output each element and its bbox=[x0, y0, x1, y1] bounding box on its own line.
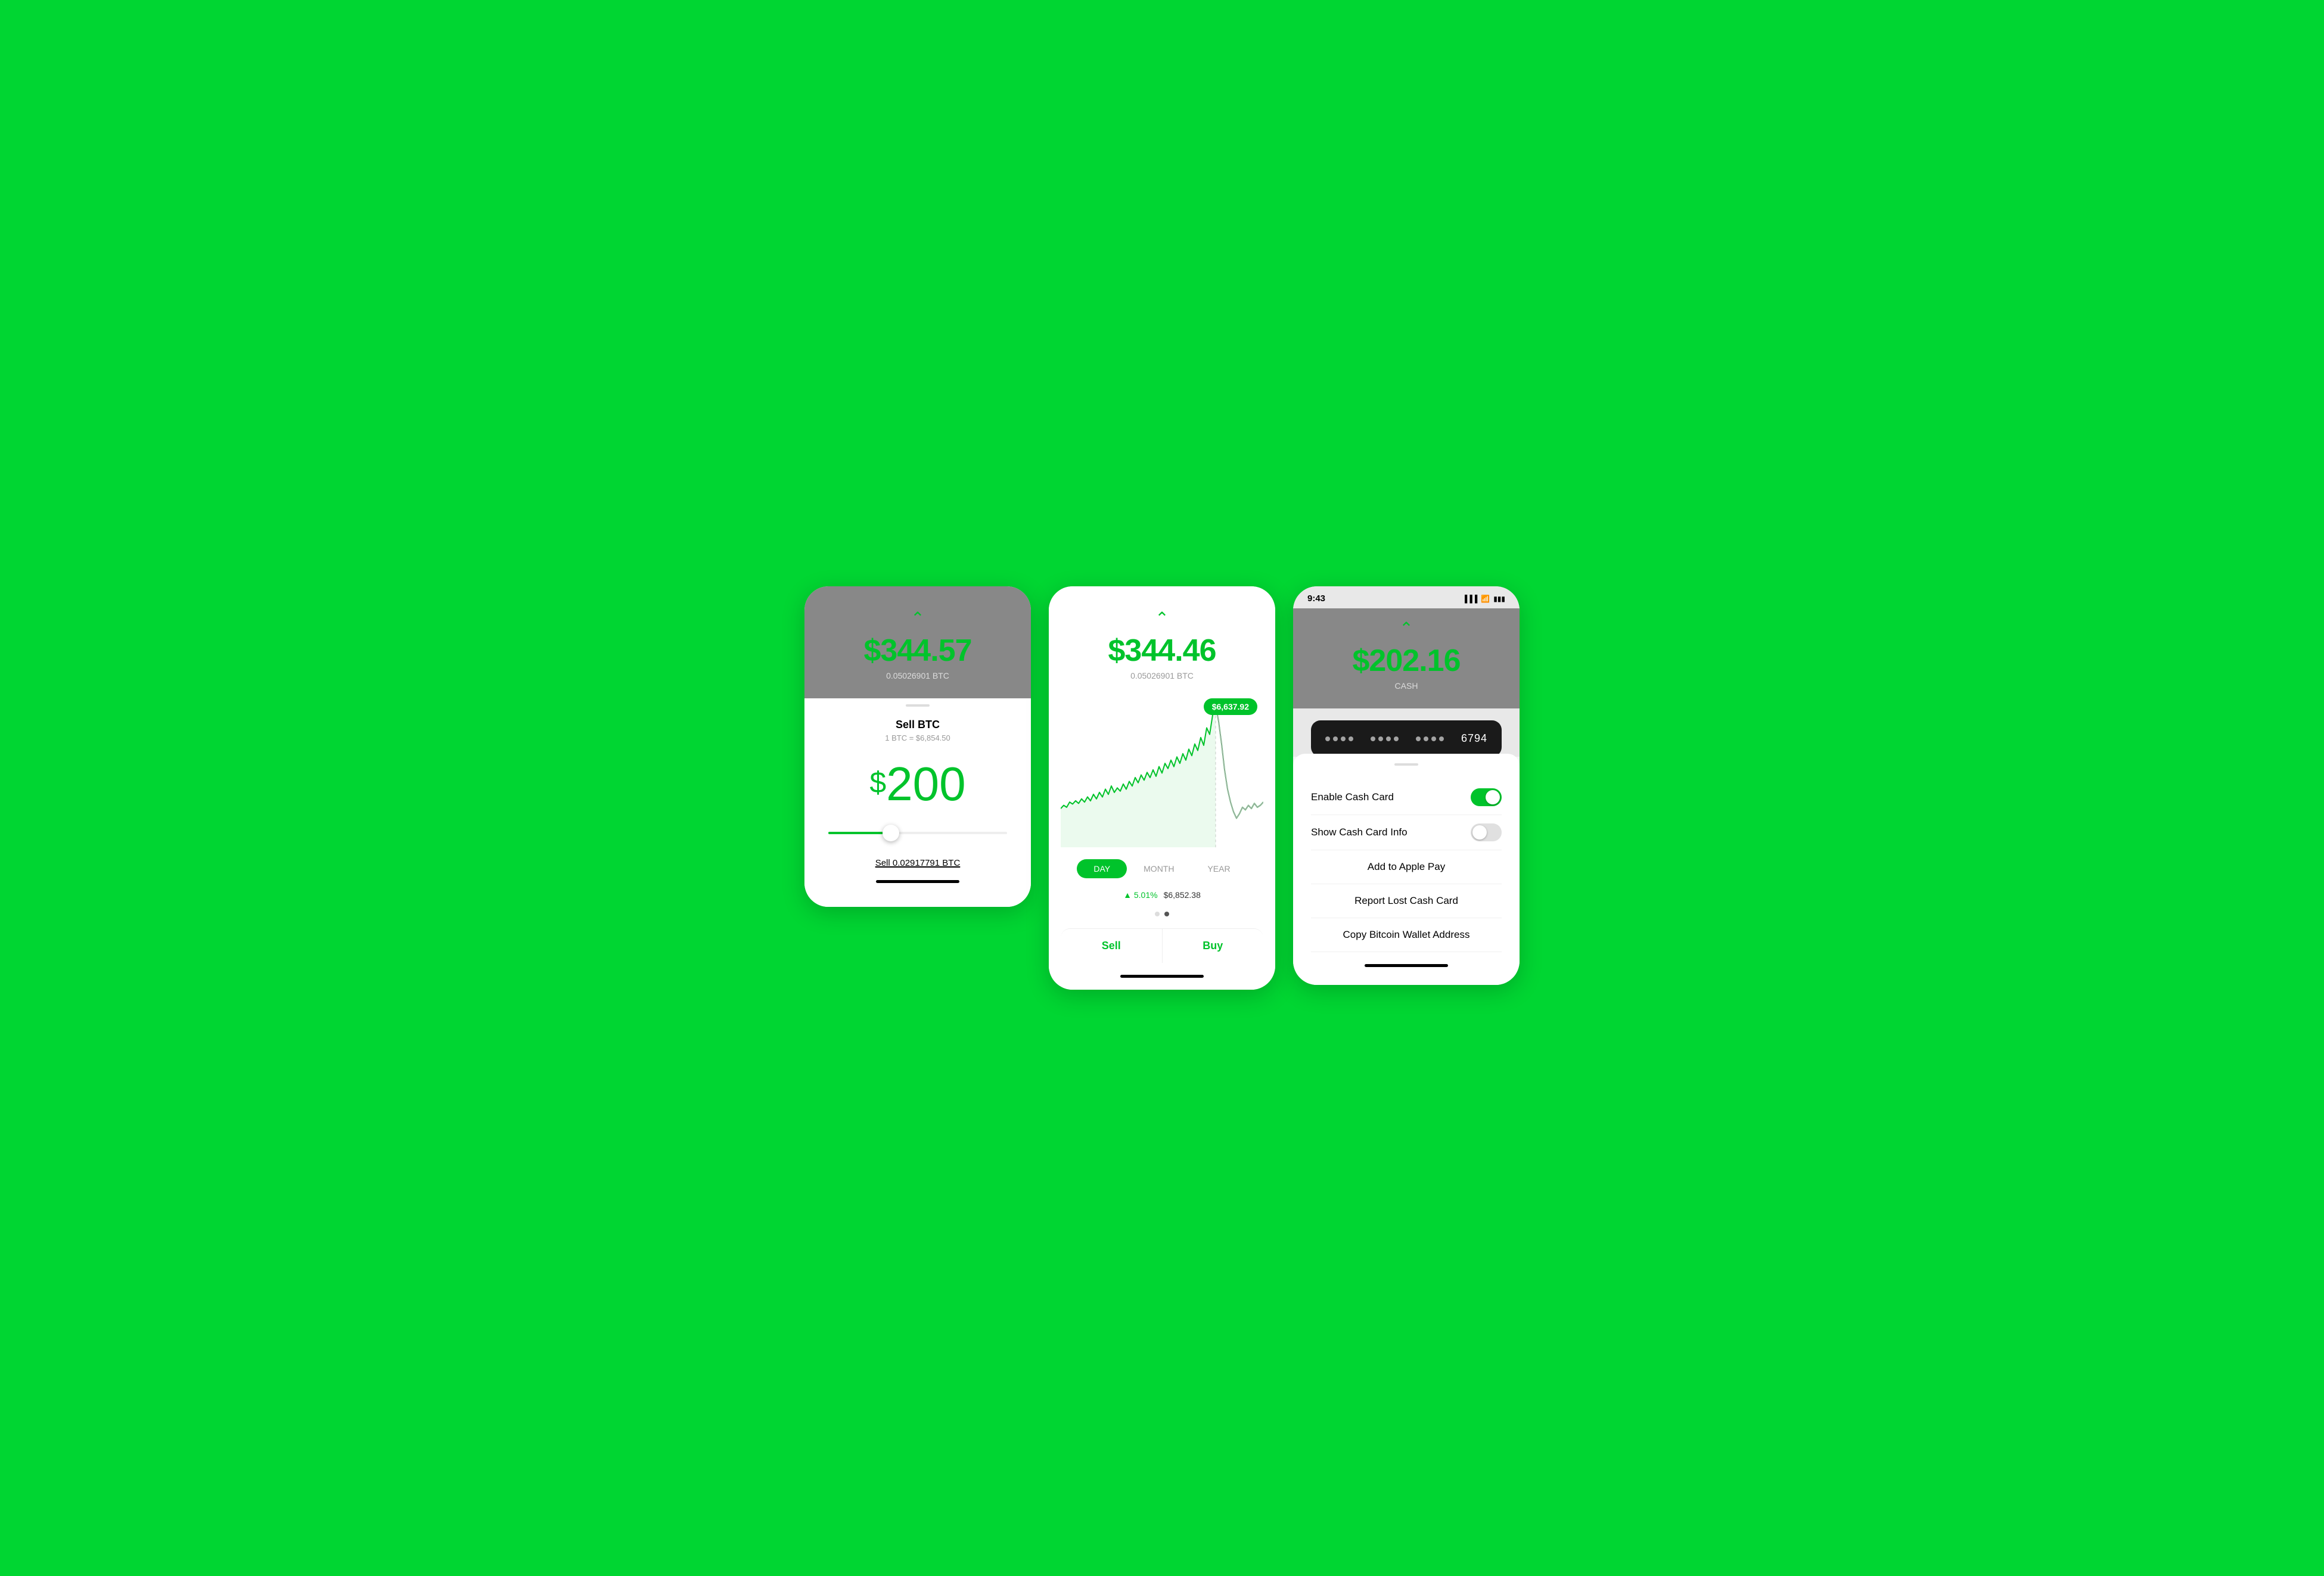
slider-fill bbox=[828, 832, 891, 834]
chart-area: $6,637.92 bbox=[1049, 692, 1275, 847]
sell-btc-footer: Sell 0.02917791 BTC bbox=[822, 858, 1013, 868]
drag-handle bbox=[906, 704, 930, 707]
status-time: 9:43 bbox=[1307, 593, 1325, 604]
card-dots-3 bbox=[1416, 736, 1444, 741]
dot-1 bbox=[1155, 912, 1160, 916]
chart-stats: ▲ 5.01% $6,852.38 bbox=[1049, 890, 1275, 900]
status-icons: ▐▐▐ 📶 ▮▮▮ bbox=[1462, 595, 1505, 603]
sell-buy-bar: Sell Buy bbox=[1061, 928, 1263, 963]
btc-header: ⌃ $344.57 0.05026901 BTC bbox=[804, 586, 1031, 698]
report-lost-label: Report Lost Cash Card bbox=[1354, 895, 1458, 907]
home-indicator bbox=[876, 880, 959, 883]
cash-balance: $202.16 bbox=[1311, 643, 1502, 679]
chart-btc-price: $344.46 bbox=[1067, 633, 1257, 669]
price-tooltip: $6,637.92 bbox=[1204, 698, 1257, 715]
card-dot bbox=[1341, 736, 1346, 741]
show-cash-card-info-toggle[interactable] bbox=[1471, 823, 1502, 841]
add-to-apple-pay-label: Add to Apple Pay bbox=[1368, 861, 1445, 873]
btc-chart-svg bbox=[1061, 692, 1263, 847]
slider-track[interactable] bbox=[828, 832, 1007, 834]
card-dot bbox=[1439, 736, 1444, 741]
slider-thumb[interactable] bbox=[883, 825, 899, 841]
battery-icon: ▮▮▮ bbox=[1493, 595, 1505, 603]
dots-indicator bbox=[1049, 912, 1275, 916]
cash-label: CASH bbox=[1311, 681, 1502, 691]
chart-home-indicator bbox=[1120, 975, 1204, 978]
sell-button[interactable]: Sell bbox=[1061, 929, 1162, 963]
chart-chevron-up-icon[interactable]: ⌃ bbox=[1067, 610, 1257, 627]
card-dots-1 bbox=[1325, 736, 1353, 741]
enable-cash-card-label: Enable Cash Card bbox=[1311, 791, 1394, 803]
amount-number: 200 bbox=[886, 757, 965, 810]
show-cash-card-info-label: Show Cash Card Info bbox=[1311, 826, 1408, 838]
btc-price-display: $344.57 bbox=[822, 633, 1013, 669]
wifi-icon: 📶 bbox=[1481, 595, 1490, 603]
chart-btc-amount: 0.05026901 BTC bbox=[1067, 671, 1257, 680]
time-selector: DAY MONTH YEAR bbox=[1049, 859, 1275, 878]
chart-body: $6,637.92 DAY MONTH YEAR ▲ 5.01% bbox=[1049, 692, 1275, 990]
report-lost-row[interactable]: Report Lost Cash Card bbox=[1311, 884, 1502, 918]
chart-change: ▲ 5.01% bbox=[1123, 890, 1157, 900]
copy-bitcoin-label: Copy Bitcoin Wallet Address bbox=[1343, 929, 1470, 941]
sheet-handle bbox=[1394, 763, 1418, 766]
card-number-row: 6794 bbox=[1325, 732, 1487, 745]
buy-button[interactable]: Buy bbox=[1162, 929, 1264, 963]
chart-price-stat: $6,852.38 bbox=[1164, 890, 1201, 900]
card-dot bbox=[1394, 736, 1399, 741]
dollar-sign: $ bbox=[869, 767, 886, 797]
btc-amount-display: 0.05026901 BTC bbox=[822, 671, 1013, 680]
chevron-up-icon[interactable]: ⌃ bbox=[822, 610, 1013, 627]
sell-btc-body: Sell BTC 1 BTC = $6,854.50 $200 Sell 0.0… bbox=[804, 692, 1031, 907]
screen-btc-chart: ⌃ $344.46 0.05026901 BTC $6,637.92 bbox=[1049, 586, 1275, 990]
screens-container: ⌃ $344.57 0.05026901 BTC Sell BTC 1 BTC … bbox=[804, 586, 1520, 990]
card-dot bbox=[1416, 736, 1421, 741]
signal-icon: ▐▐▐ bbox=[1462, 595, 1478, 603]
cash-chevron-up-icon[interactable]: ⌃ bbox=[1311, 620, 1502, 637]
show-cash-card-info-row[interactable]: Show Cash Card Info bbox=[1311, 815, 1502, 850]
dot-2 bbox=[1164, 912, 1169, 916]
add-to-apple-pay-row[interactable]: Add to Apple Pay bbox=[1311, 850, 1502, 884]
time-btn-year[interactable]: YEAR bbox=[1191, 859, 1247, 878]
sell-btc-amount-label[interactable]: Sell 0.02917791 BTC bbox=[875, 858, 961, 868]
cash-header: ⌃ $202.16 CASH bbox=[1293, 608, 1520, 708]
black-cash-card: 6794 bbox=[1311, 720, 1502, 757]
card-dot bbox=[1325, 736, 1330, 741]
time-btn-day[interactable]: DAY bbox=[1077, 859, 1127, 878]
sell-btc-title: Sell BTC bbox=[822, 719, 1013, 731]
sell-btc-rate: 1 BTC = $6,854.50 bbox=[822, 733, 1013, 742]
time-btn-month[interactable]: MONTH bbox=[1127, 859, 1191, 878]
card-dot bbox=[1333, 736, 1338, 741]
chart-header: ⌃ $344.46 0.05026901 BTC bbox=[1049, 586, 1275, 692]
copy-bitcoin-row[interactable]: Copy Bitcoin Wallet Address bbox=[1311, 918, 1502, 952]
cash-home-indicator bbox=[1365, 964, 1448, 967]
card-dot bbox=[1431, 736, 1436, 741]
card-dot bbox=[1386, 736, 1391, 741]
card-last4: 6794 bbox=[1461, 732, 1487, 745]
amount-slider-container bbox=[822, 832, 1013, 834]
toggle-knob bbox=[1486, 790, 1500, 804]
sell-amount: $200 bbox=[822, 760, 1013, 808]
card-dot bbox=[1424, 736, 1428, 741]
enable-cash-card-row[interactable]: Enable Cash Card bbox=[1311, 780, 1502, 815]
status-bar: 9:43 ▐▐▐ 📶 ▮▮▮ bbox=[1293, 586, 1520, 608]
cash-card-area: 6794 bbox=[1293, 708, 1520, 757]
screen-sell-btc: ⌃ $344.57 0.05026901 BTC Sell BTC 1 BTC … bbox=[804, 586, 1031, 907]
card-dots-2 bbox=[1371, 736, 1399, 741]
card-dot bbox=[1349, 736, 1353, 741]
card-dot bbox=[1371, 736, 1375, 741]
toggle-knob-2 bbox=[1472, 825, 1487, 840]
card-options-sheet: Enable Cash Card Show Cash Card Info Add… bbox=[1293, 754, 1520, 985]
card-dot bbox=[1378, 736, 1383, 741]
screen-cash-card: 9:43 ▐▐▐ 📶 ▮▮▮ ⌃ $202.16 CASH bbox=[1293, 586, 1520, 985]
enable-cash-card-toggle[interactable] bbox=[1471, 788, 1502, 806]
